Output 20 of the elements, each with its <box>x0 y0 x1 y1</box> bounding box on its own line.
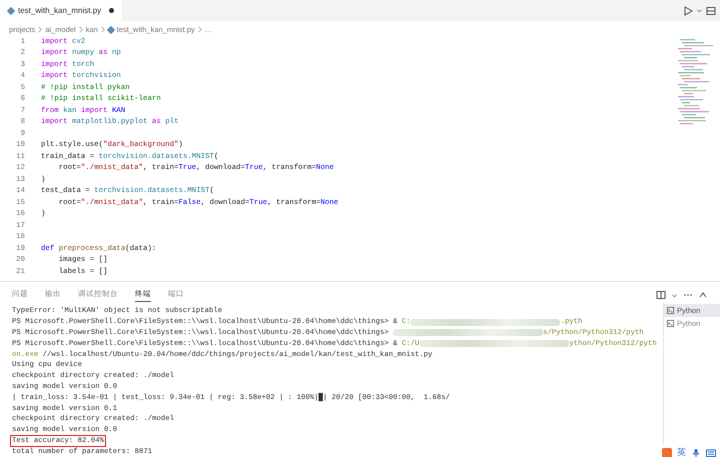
microphone-icon[interactable] <box>691 448 701 457</box>
python-file-icon <box>106 25 116 34</box>
chevron-right-icon <box>100 26 105 33</box>
python-file-icon <box>6 6 16 15</box>
chevron-up-icon[interactable] <box>698 290 708 300</box>
run-icon[interactable] <box>683 6 693 16</box>
unsaved-dot-icon <box>109 8 114 13</box>
keyboard-icon[interactable] <box>706 448 716 457</box>
chevron-right-icon <box>38 26 42 33</box>
chevron-right-icon <box>198 26 202 33</box>
terminal-icon <box>667 320 674 327</box>
terminal-icon <box>667 307 674 314</box>
ime-logo-icon <box>662 448 672 457</box>
split-editor-icon[interactable] <box>706 6 716 16</box>
caret-icon[interactable] <box>671 292 678 298</box>
ime-language-toggle[interactable]: 英 <box>677 446 686 457</box>
editor-tab[interactable]: test_with_kan_mnist.py <box>0 0 122 21</box>
chevron-right-icon <box>78 26 83 33</box>
split-terminal-icon[interactable] <box>656 290 666 300</box>
caret-icon[interactable] <box>696 7 703 14</box>
